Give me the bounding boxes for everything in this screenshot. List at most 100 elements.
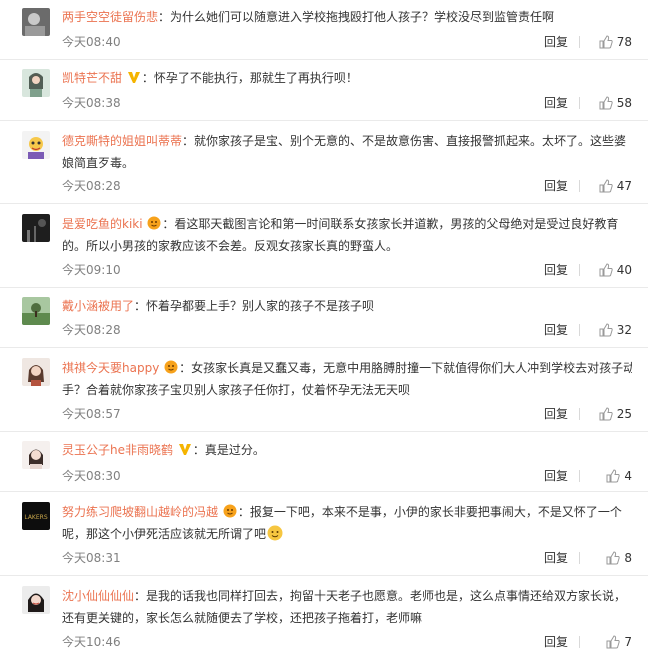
comment-body: 为什么她们可以随意进入学校拖拽殴打他人孩子？学校没尽到监管责任啊 [170, 10, 555, 24]
avatar[interactable] [22, 69, 50, 97]
svg-text:LAKERS: LAKERS [24, 514, 47, 521]
verified-icon [127, 70, 141, 84]
like-count: 25 [616, 407, 632, 421]
thumbs-up-icon [606, 635, 621, 649]
timestamp: 今天09:10 [62, 263, 121, 277]
thumbs-up-icon [599, 407, 613, 421]
timestamp: 今天08:28 [62, 179, 121, 193]
like-count: 4 [624, 469, 632, 483]
comment-meta: 今天08:40 回复 78 [62, 34, 632, 50]
comment-body: 是我的话我也同样打回去，拘留十天老子也愿意。老师也是，这么点事情还给双方家长说， [146, 589, 627, 603]
comment-text: 沈小仙仙仙仙：是我的话我也同样打回去，拘留十天老子也愿意。老师也是，这么点事情还… [62, 585, 632, 629]
avatar[interactable] [22, 214, 50, 242]
avatar[interactable]: LAKERS [22, 502, 50, 530]
username-link[interactable]: 两手空空徒留伤悲 [62, 10, 158, 24]
avatar[interactable] [22, 358, 50, 386]
reply-button[interactable]: 回复 [544, 95, 568, 111]
thumbs-up-icon [599, 179, 613, 193]
divider [579, 97, 580, 109]
comment-text: 灵玉公子he非雨晓鹤 ：真是过分。 [62, 442, 265, 457]
comment-body: 女孩家长真是又蠢又毒，无意中用胳膊肘撞一下就值得你们大人冲到学校去对孩子动 [191, 361, 632, 375]
comment-meta: 今天08:38 回复 58 [62, 95, 632, 111]
comment-text: 戴小涵被用了：怀着孕都要上手？别人家的孩子不是孩子呗 [62, 299, 375, 313]
username-link[interactable]: 灵玉公子he非雨晓鹤 [62, 443, 173, 457]
like-button[interactable]: 78 [599, 34, 632, 50]
like-button[interactable]: 58 [599, 95, 632, 111]
reply-button[interactable]: 回复 [544, 468, 568, 484]
member-icon [147, 216, 161, 230]
avatar[interactable] [22, 441, 50, 469]
username-link[interactable]: 戴小涵被用了 [62, 299, 134, 313]
username-link[interactable]: 努力练习爬坡翻山越岭的冯越 [62, 505, 218, 519]
comment-body-continued: 呢，那这个小伊死活应该就无所谓了吧 [62, 527, 267, 541]
thumbs-up-icon [599, 323, 613, 337]
thumbs-up-icon [606, 551, 621, 565]
reply-button[interactable]: 回复 [544, 634, 568, 650]
member-icon [223, 504, 237, 518]
username-link[interactable]: 沈小仙仙仙仙 [62, 589, 134, 603]
like-button[interactable]: 25 [599, 406, 632, 422]
comment-text: 努力练习爬坡翻山越岭的冯越 ：报复一下吧，本来不是事，小伊的家长非要把事闹大，不… [62, 504, 622, 541]
like-count: 40 [616, 263, 632, 277]
like-button[interactable]: 4 [606, 468, 632, 484]
avatar[interactable] [22, 8, 50, 36]
like-count: 78 [616, 35, 632, 49]
comment-item: 是爱吃鱼的kiki ：看这耶天截图言论和第一时间联系女孩家长并道歉，男孩的父母绝… [0, 204, 648, 288]
thumbs-up-icon [599, 35, 613, 49]
reply-button[interactable]: 回复 [544, 178, 568, 194]
comment-item: 德克嘶特的姐姐叫蒂蒂：就你家孩子是宝、别个无意的、不是故意伤害、直接报警抓起来。… [0, 121, 648, 204]
comment-item: 戴小涵被用了：怀着孕都要上手？别人家的孩子不是孩子呗 今天08:28 回复 32 [0, 288, 648, 348]
comment-item: 灵玉公子he非雨晓鹤 ：真是过分。 今天08:30 回复 4 [0, 432, 648, 492]
reply-button[interactable]: 回复 [544, 34, 568, 50]
comment-body: 报复一下吧，本来不是事，小伊的家长非要把事闹大，不是又怀了一个 [249, 505, 622, 519]
reply-button[interactable]: 回复 [544, 322, 568, 338]
username-link[interactable]: 祺祺今天要happy [62, 361, 159, 375]
username-link[interactable]: 凯特芒不甜 [62, 71, 122, 85]
reply-button[interactable]: 回复 [544, 262, 568, 278]
comment-text: 德克嘶特的姐姐叫蒂蒂：就你家孩子是宝、别个无意的、不是故意伤害、直接报警抓起来。… [62, 130, 632, 174]
divider [579, 470, 580, 482]
like-count: 58 [616, 96, 632, 110]
divider [579, 552, 580, 564]
username-link[interactable]: 德克嘶特的姐姐叫蒂蒂 [62, 134, 182, 148]
comment-text: 凯特芒不甜 ：怀孕了不能执行，那就生了再执行呗！ [62, 70, 358, 85]
avatar[interactable] [22, 297, 50, 325]
username-link[interactable]: 是爱吃鱼的kiki [62, 217, 143, 231]
comment-meta: 今天08:31 回复 8 [62, 550, 632, 566]
comment-text: 祺祺今天要happy ：女孩家长真是又蠢又毒，无意中用胳膊肘撞一下就值得你们大人… [62, 357, 632, 401]
like-count: 7 [624, 635, 632, 649]
reply-button[interactable]: 回复 [544, 406, 568, 422]
like-button[interactable]: 32 [599, 322, 632, 338]
member-icon [164, 360, 178, 374]
timestamp: 今天08:31 [62, 551, 121, 565]
comment-body: 真是过分。 [204, 443, 265, 457]
avatar[interactable] [22, 586, 50, 614]
verified-icon [178, 442, 192, 456]
like-button[interactable]: 8 [606, 550, 632, 566]
like-button[interactable]: 7 [606, 634, 632, 650]
comment-body-continued: 的。所以小男孩的家教应该不会差。反观女孩家长真的野蛮人。 [62, 239, 399, 253]
divider [579, 324, 580, 336]
like-count: 47 [616, 179, 632, 193]
comment-meta: 今天08:28 回复 47 [62, 178, 632, 194]
comment-text: 两手空空徒留伤悲：为什么她们可以随意进入学校拖拽殴打他人孩子？学校没尽到监管责任… [62, 10, 555, 24]
divider [579, 180, 580, 192]
timestamp: 今天10:46 [62, 635, 121, 649]
like-count: 32 [616, 323, 632, 337]
comment-meta: 今天09:10 回复 40 [62, 262, 632, 278]
comment-body: 看这耶天截图言论和第一时间联系女孩家长并道歉，男孩的父母绝对是受过良好教育 [174, 217, 619, 231]
like-button[interactable]: 47 [599, 178, 632, 194]
comment-item: LAKERS 努力练习爬坡翻山越岭的冯越 ：报复一下吧，本来不是事，小伊的家长非… [0, 492, 648, 576]
avatar[interactable] [22, 131, 50, 159]
like-count: 8 [624, 551, 632, 565]
comment-item: 凯特芒不甜 ：怀孕了不能执行，那就生了再执行呗！ 今天08:38 回复 58 [0, 60, 648, 121]
like-button[interactable]: 40 [599, 262, 632, 278]
divider [579, 408, 580, 420]
comment-meta: 今天10:46 回复 7 [62, 634, 632, 650]
reply-button[interactable]: 回复 [544, 550, 568, 566]
comment-meta: 今天08:28 回复 32 [62, 322, 632, 338]
thumbs-up-icon [606, 469, 621, 483]
timestamp: 今天08:30 [62, 469, 121, 483]
thumbs-up-icon [599, 263, 613, 277]
divider [579, 264, 580, 276]
